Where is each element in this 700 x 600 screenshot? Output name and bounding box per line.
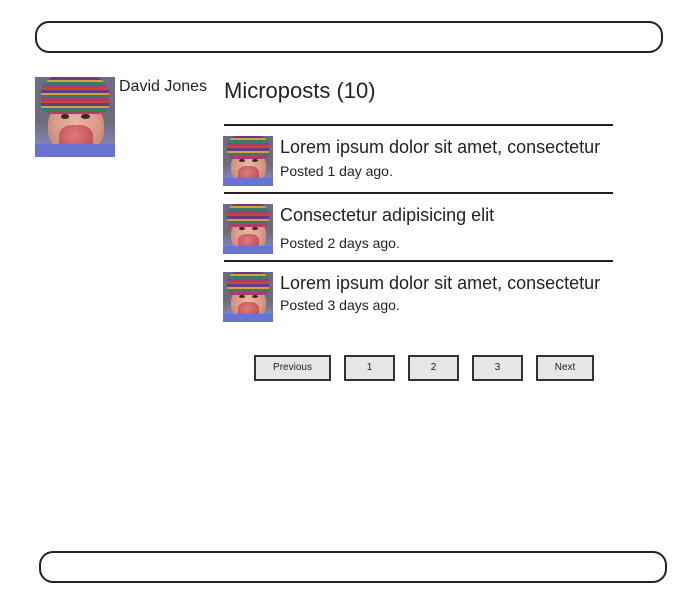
footer-bar <box>39 551 667 583</box>
micropost-avatar <box>223 136 273 186</box>
micropost-content: Consectetur adipisicing elit <box>280 205 495 225</box>
profile-name: David Jones <box>119 78 208 95</box>
profile-avatar <box>35 77 115 157</box>
microposts-heading: Microposts (10) <box>224 78 376 103</box>
micropost-timestamp: Posted 2 days ago. <box>280 235 400 251</box>
next-page-button[interactable]: Next <box>536 355 594 381</box>
micropost-content: Lorem ipsum dolor sit amet, consectetur <box>280 137 601 157</box>
micropost-list: Lorem ipsum dolor sit amet, consectetur … <box>223 124 613 328</box>
micropost-timestamp: Posted 1 day ago. <box>280 163 393 179</box>
previous-page-button[interactable]: Previous <box>254 355 331 381</box>
micropost-avatar <box>223 204 273 254</box>
micropost-item: Lorem ipsum dolor sit amet, consectetur … <box>223 260 613 328</box>
page-2-button[interactable]: 2 <box>408 355 459 381</box>
header-bar <box>35 21 663 53</box>
page-1-button[interactable]: 1 <box>344 355 395 381</box>
page-3-button[interactable]: 3 <box>472 355 523 381</box>
micropost-item: Consectetur adipisicing elit Posted 2 da… <box>223 192 613 260</box>
micropost-item: Lorem ipsum dolor sit amet, consectetur … <box>223 124 613 192</box>
micropost-timestamp: Posted 3 days ago. <box>280 297 400 313</box>
micropost-content: Lorem ipsum dolor sit amet, consectetur <box>280 273 601 293</box>
micropost-avatar <box>223 272 273 322</box>
